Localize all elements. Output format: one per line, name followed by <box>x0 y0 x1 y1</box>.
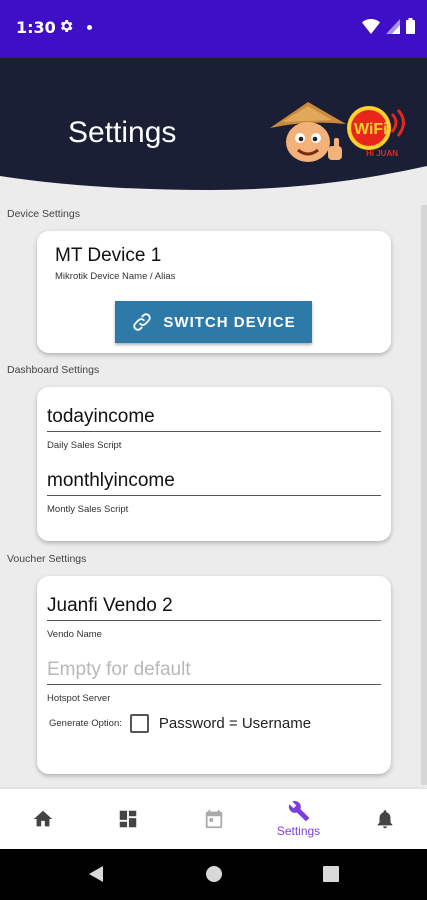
system-nav-bar <box>0 849 427 900</box>
hotspot-server-input[interactable]: Empty for default <box>47 655 381 685</box>
home-button-icon[interactable] <box>205 865 223 883</box>
nav-calendar[interactable] <box>171 789 256 849</box>
nav-settings[interactable]: Settings <box>256 789 341 849</box>
hotspot-server-helper: Hotspot Server <box>47 693 111 704</box>
device-settings-label: Device Settings <box>7 208 80 220</box>
switch-device-button[interactable]: SWITCH DEVICE <box>115 301 312 343</box>
back-icon[interactable] <box>87 865 105 883</box>
nav-home[interactable] <box>0 789 85 849</box>
link-icon <box>133 313 152 331</box>
nav-dashboard[interactable] <box>85 789 170 849</box>
dashboard-settings-card: todayincome Daily Sales Script monthlyin… <box>37 387 391 541</box>
password-username-label: Password = Username <box>158 715 312 732</box>
vendo-name-input[interactable]: Juanfi Vendo 2 <box>47 591 381 621</box>
monthly-sales-input[interactable]: monthlyincome <box>47 466 381 496</box>
voucher-settings-label: Voucher Settings <box>7 553 87 565</box>
bell-icon <box>377 810 392 829</box>
password-username-checkbox[interactable] <box>129 714 149 733</box>
status-bar: 1:30 <box>0 0 427 58</box>
switch-device-label: SWITCH DEVICE <box>163 313 296 331</box>
recents-icon[interactable] <box>323 866 339 882</box>
vendo-name-helper: Vendo Name <box>47 629 102 640</box>
wrench-icon <box>288 801 309 822</box>
device-settings-card: MT Device 1 Mikrotik Device Name / Alias… <box>37 231 391 353</box>
gear-icon <box>60 20 73 32</box>
hotspot-server-field: Empty for default Hotspot Server <box>47 655 381 704</box>
juanfi-logo-icon: WiFi Hi JUAN <box>270 102 405 162</box>
svg-text:WiFi: WiFi <box>354 121 388 138</box>
bottom-nav: Settings <box>0 789 427 849</box>
device-name: MT Device 1 <box>55 245 162 266</box>
monthly-sales-field: monthlyincome Montly Sales Script <box>47 466 381 515</box>
cell-signal-icon <box>386 19 400 34</box>
dashboard-icon <box>119 810 136 828</box>
monthly-sales-helper: Montly Sales Script <box>47 504 129 515</box>
home-icon <box>33 810 52 827</box>
nav-settings-label: Settings <box>276 824 321 838</box>
notification-dot-icon <box>87 25 92 30</box>
generate-option-row: Generate Option: Password = Username <box>49 714 311 733</box>
daily-sales-helper: Daily Sales Script <box>47 440 122 451</box>
daily-sales-input[interactable]: todayincome <box>47 402 381 432</box>
device-name-helper: Mikrotik Device Name / Alias <box>55 271 176 282</box>
status-time: 1:30 <box>16 18 56 37</box>
wifi-icon <box>362 19 380 34</box>
generate-option-label: Generate Option: <box>49 718 122 729</box>
page-title: Settings <box>68 116 177 149</box>
scrollbar[interactable] <box>421 205 427 785</box>
calendar-icon <box>205 809 222 829</box>
svg-text:Hi JUAN: Hi JUAN <box>366 149 398 158</box>
voucher-settings-card: Juanfi Vendo 2 Vendo Name Empty for defa… <box>37 576 391 774</box>
status-icons <box>362 18 415 34</box>
battery-icon <box>406 18 415 34</box>
nav-notifications[interactable] <box>342 789 427 849</box>
vendo-name-field: Juanfi Vendo 2 Vendo Name <box>47 591 381 640</box>
header: Settings WiFi Hi JUAN <box>0 58 427 198</box>
dashboard-settings-label: Dashboard Settings <box>7 364 100 376</box>
daily-sales-field: todayincome Daily Sales Script <box>47 402 381 451</box>
